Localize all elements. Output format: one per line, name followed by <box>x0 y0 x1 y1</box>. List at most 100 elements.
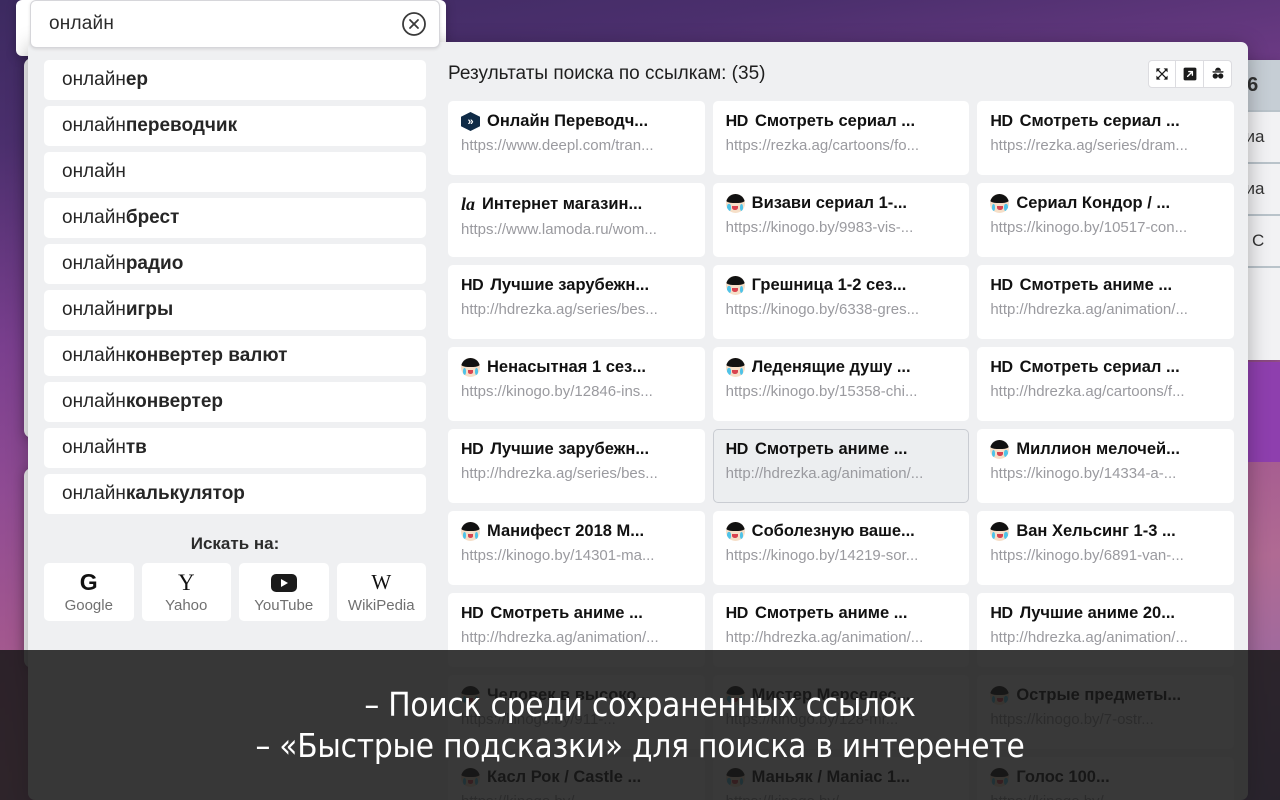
result-url: https://kinogo.by/6891-van-... <box>990 547 1184 564</box>
result-url: https://kinogo.by/14219-sor... <box>725 547 919 564</box>
suggestion-item[interactable]: онлайн игры <box>44 290 426 330</box>
engines-title: Искать на: <box>190 534 280 553</box>
result-card[interactable]: la Интернет магазин... https://www.lamoda.… <box>448 183 705 257</box>
close-circle-icon[interactable] <box>401 11 427 37</box>
search-input[interactable]: онлайн <box>49 13 401 35</box>
result-title-row: HD Лучшие зарубежн... <box>461 440 694 459</box>
kinogo-face-icon <box>990 194 1010 213</box>
suggestion-prefix: онлайн <box>62 437 126 458</box>
hd-badge-icon: HD <box>461 276 484 294</box>
result-card[interactable]: HD Лучшие зарубежн... http://hdrezka.ag/se… <box>448 265 705 339</box>
deepl-icon: » <box>461 112 480 131</box>
result-title: Миллион мелочей... <box>1016 440 1180 458</box>
kinogo-face-icon <box>990 440 1010 459</box>
engine-youtube[interactable]: YouTube <box>239 563 329 621</box>
suggestion-completion: тв <box>125 437 147 458</box>
result-card[interactable]: Манифест 2018 М... https://kinogo.by/1430… <box>448 511 705 585</box>
suggestion-item[interactable]: онлайн конвертер валют <box>44 336 426 376</box>
result-title-row: Миллион мелочей... <box>990 440 1223 459</box>
suggestion-prefix: онлайн <box>62 253 126 274</box>
suggestion-item[interactable]: онлайн переводчик <box>44 106 426 146</box>
result-title: Лучшие зарубежн... <box>490 440 650 458</box>
result-card[interactable]: HD Смотреть аниме ... http://hdrezka.ag/an… <box>712 429 970 503</box>
result-title-row: Визави сериал 1-... <box>725 194 959 213</box>
result-title: Сериал Кондор / ... <box>1016 194 1171 212</box>
result-card[interactable]: Соболезную ваше... https://kinogo.by/1421… <box>712 511 970 585</box>
result-title: Смотреть аниме ... <box>754 440 908 458</box>
suggestion-item[interactable]: онлайн тв <box>44 428 426 468</box>
result-card[interactable]: Леденящие душу ... https://kinogo.by/1535… <box>712 347 970 421</box>
result-url: http://hdrezka.ag/animation/... <box>990 629 1188 646</box>
kinogo-face-icon <box>725 358 745 377</box>
suggestion-completion: радио <box>125 253 184 274</box>
result-url: https://kinogo.by/10517-con... <box>990 219 1188 236</box>
result-card[interactable]: HD Смотреть сериал ... https://rezka.ag/ca… <box>712 101 970 175</box>
engine-yahoo[interactable]: Y Yahoo <box>141 563 231 621</box>
suggestion-item[interactable]: онлайн конвертер <box>44 382 426 422</box>
suggestion-completion: игры <box>125 299 174 320</box>
result-card[interactable]: » Онлайн Переводч... https://www.deepl.com… <box>448 101 705 175</box>
engine-wikipedia[interactable]: W WikiPedia <box>336 563 426 621</box>
results-actions <box>1148 60 1232 88</box>
result-title: Ненасытная 1 сез... <box>487 358 647 376</box>
caption-overlay: – Поиск среди сохраненных ссылок – «Быст… <box>0 650 1280 800</box>
suggestion-prefix: онлайн <box>62 299 126 320</box>
suggestion-item[interactable]: онлайн <box>44 152 426 192</box>
result-title-row: HD Лучшие зарубежн... <box>461 276 694 295</box>
result-card[interactable]: HD Смотреть сериал ... https://rezka.ag/se… <box>977 101 1234 175</box>
suggestion-item[interactable]: онлайн брест <box>44 198 426 238</box>
result-title-row: HD Смотреть аниме ... <box>990 276 1223 295</box>
suggestion-prefix: онлайн <box>62 115 126 136</box>
result-url: https://kinogo.by/12846-ins... <box>461 383 653 400</box>
result-card[interactable]: Сериал Кондор / ... https://kinogo.by/105… <box>977 183 1234 257</box>
open-external-icon[interactable] <box>1176 60 1204 88</box>
caption-line-2: – «Быстрые подсказки» для поиска в интер… <box>255 726 1025 765</box>
result-card[interactable]: Визави сериал 1-... https://kinogo.by/998… <box>712 183 970 257</box>
result-title: Смотреть сериал ... <box>1019 112 1180 130</box>
result-url: http://hdrezka.ag/animation/... <box>725 629 924 646</box>
suggestions-list: онлайн ер онлайн переводчик онлайн онлайн бр… <box>44 60 426 520</box>
result-url: https://rezka.ag/series/dram... <box>990 137 1188 154</box>
result-card[interactable]: Миллион мелочей... https://kinogo.by/1433… <box>977 429 1234 503</box>
suggestion-item[interactable]: онлайн ер <box>44 60 426 100</box>
hd-badge-icon: HD <box>725 604 749 622</box>
result-title: Лучшие зарубежн... <box>490 276 650 294</box>
result-url: https://kinogo.by/15358-chi... <box>725 383 918 400</box>
expand-icon[interactable] <box>1148 60 1176 88</box>
hd-badge-icon: HD <box>461 604 484 622</box>
result-title: Смотреть сериал ... <box>754 112 916 130</box>
result-title-row: Манифест 2018 М... <box>461 522 694 541</box>
kinogo-face-icon <box>725 276 745 295</box>
hd-badge-icon: HD <box>725 112 749 130</box>
incognito-icon[interactable] <box>1204 60 1232 88</box>
result-title: Соболезную ваше... <box>751 522 915 540</box>
kinogo-face-icon <box>725 194 745 213</box>
result-url: https://kinogo.by/6338-gres... <box>725 301 920 318</box>
suggestion-item[interactable]: онлайн калькулятор <box>44 474 426 514</box>
result-title: Смотреть аниме ... <box>1019 276 1173 294</box>
engine-google[interactable]: G Google <box>44 563 134 621</box>
kinogo-face-icon <box>461 522 480 541</box>
result-url: https://rezka.ag/cartoons/fo... <box>725 137 920 154</box>
caption-line-1: – Поиск среди сохраненных ссылок <box>364 685 916 724</box>
youtube-play-icon <box>270 571 297 595</box>
result-title-row: » Онлайн Переводч... <box>461 112 694 131</box>
result-title: Интернет магазин... <box>482 195 643 213</box>
search-bar[interactable]: онлайн <box>30 0 440 48</box>
result-card[interactable]: HD Смотреть аниме ... http://hdrezka.ag/an… <box>977 265 1234 339</box>
result-card[interactable]: Грешница 1-2 сез... https://kinogo.by/633… <box>712 265 970 339</box>
suggestion-item[interactable]: онлайн радио <box>44 244 426 284</box>
result-card[interactable]: Ван Хельсинг 1-3 ... https://kinogo.by/68… <box>977 511 1234 585</box>
suggestion-prefix: онлайн <box>62 345 126 366</box>
result-url: http://hdrezka.ag/series/bes... <box>461 465 658 482</box>
result-title-row: HD Смотреть сериал ... <box>990 358 1223 377</box>
result-card[interactable]: Ненасытная 1 сез... https://kinogo.by/128… <box>448 347 705 421</box>
suggestion-prefix: онлайн <box>62 207 126 228</box>
suggestion-prefix: онлайн <box>62 69 126 90</box>
result-card[interactable]: HD Лучшие зарубежн... http://hdrezka.ag/se… <box>448 429 705 503</box>
result-url: https://kinogo.by/14334-a-... <box>990 465 1177 482</box>
result-title: Леденящие душу ... <box>751 358 911 376</box>
results-header: Результаты поиска по ссылкам: (35) <box>448 60 1234 88</box>
result-card[interactable]: HD Смотреть сериал ... http://hdrezka.ag/c… <box>977 347 1234 421</box>
engine-label: Google <box>64 596 113 614</box>
